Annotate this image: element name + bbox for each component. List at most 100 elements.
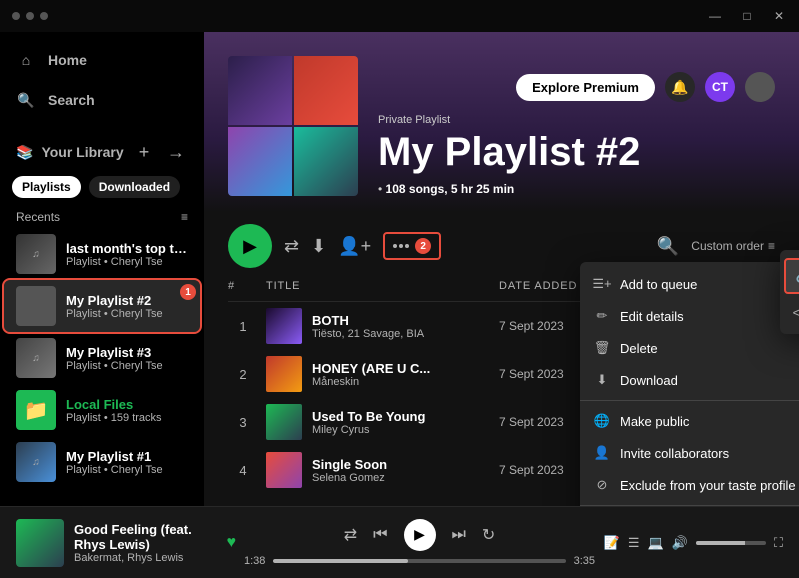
hero-art-cell-2 xyxy=(294,56,358,125)
library-title[interactable]: 📚 Your Library xyxy=(16,144,124,161)
playlist-meta-3: Playlist • Cheryl Tse xyxy=(66,360,188,372)
embed-icon: </> xyxy=(794,304,799,320)
search-tracks-icon[interactable]: 🔍 xyxy=(657,236,679,257)
player-track-name: Good Feeling (feat. Rhys Lewis) xyxy=(74,522,209,552)
menu-label: Add to queue xyxy=(620,277,697,292)
player-controls: ⇄ ⏮ ▶ ⏭ ↻ 1:38 3:35 xyxy=(244,519,595,567)
menu-label: Download xyxy=(620,373,678,388)
sidebar-item-search[interactable]: 🔍 Search xyxy=(0,80,204,120)
notifications-icon[interactable]: 🔔 xyxy=(665,72,695,102)
track-title-cell: BOTH Tiësto, 21 Savage, BIA xyxy=(266,308,491,344)
device-icon[interactable]: 💻 xyxy=(648,535,664,551)
fullscreen-icon[interactable]: ⛶ xyxy=(774,535,783,551)
playlist-type-label: Private Playlist xyxy=(378,114,775,126)
menu-label: Invite collaborators xyxy=(620,446,729,461)
filter-tab-playlists[interactable]: Playlists xyxy=(12,176,81,198)
col-title: Title xyxy=(266,280,491,293)
player-right: 📝 ☰ 💻 🔊 ⛶ xyxy=(603,535,783,551)
playlist-thumb-2 xyxy=(16,286,56,326)
embed-playlist-button[interactable]: </> Embed playlist xyxy=(780,296,799,328)
track-text: HONEY (ARE U C... Måneskin xyxy=(312,361,430,388)
progress-bar[interactable] xyxy=(273,559,565,563)
playlist-meta: Playlist • Cheryl Tse xyxy=(66,256,188,268)
lyrics-icon[interactable]: 📝 xyxy=(604,535,620,551)
track-title-cell: Used To Be Young Miley Cyrus xyxy=(266,404,491,440)
block-icon: ⊘ xyxy=(594,477,610,493)
avatar[interactable]: CT xyxy=(705,72,735,102)
hero-section: Private Playlist My Playlist #2 • 108 so… xyxy=(204,32,799,212)
search-icon: 🔍 xyxy=(16,90,36,110)
playlist-name-local: Local Files xyxy=(66,397,188,412)
track-text: Used To Be Young Miley Cyrus xyxy=(312,409,425,436)
globe-icon: 🌐 xyxy=(594,413,610,429)
track-name: BOTH xyxy=(312,313,424,328)
menu-item-delete[interactable]: 🗑 Delete xyxy=(580,332,799,364)
menu-item-download[interactable]: ⬇ Download xyxy=(580,364,799,396)
playlist-item-my-playlist-2[interactable]: My Playlist #2 Playlist • Cheryl Tse 1 xyxy=(4,280,200,332)
play-button[interactable]: ▶ xyxy=(228,224,272,268)
dot-2 xyxy=(399,244,403,248)
menu-item-make-public[interactable]: 🌐 Make public xyxy=(580,405,799,437)
library-arrow-button[interactable]: → xyxy=(164,140,188,164)
volume-fill xyxy=(696,541,745,545)
player-track: Good Feeling (feat. Rhys Lewis) Bakermat… xyxy=(16,519,236,567)
shuffle-icon[interactable]: ⇄ xyxy=(284,236,299,257)
prev-button[interactable]: ⏮ xyxy=(373,526,387,544)
titlebar-dot-2 xyxy=(26,12,34,20)
playlist-item-last-months[interactable]: ♫ last month's top tracks -... Playlist … xyxy=(4,228,200,280)
sidebar-item-home[interactable]: ⌂ Home xyxy=(0,40,204,80)
custom-order-button[interactable]: Custom order ≡ xyxy=(691,239,775,253)
playlist-title: My Playlist #2 xyxy=(378,130,775,174)
menu-item-edit-details[interactable]: ✏ Edit details xyxy=(580,300,799,332)
volume-icon[interactable]: 🔊 xyxy=(672,535,688,551)
total-time: 3:35 xyxy=(574,555,595,567)
track-title-cell: Single Soon Selena Gomez xyxy=(266,452,491,488)
maximize-button[interactable]: □ xyxy=(739,8,755,24)
playlist-item-my-playlist-3[interactable]: ♫ My Playlist #3 Playlist • Cheryl Tse xyxy=(4,332,200,384)
heart-icon[interactable]: ♥ xyxy=(227,534,237,552)
settings-icon[interactable] xyxy=(745,72,775,102)
track-artist: Måneskin xyxy=(312,376,430,388)
volume-bar[interactable] xyxy=(696,541,766,545)
sidebar: ⌂ Home 🔍 Search 📚 Your Library + → Playl… xyxy=(0,32,204,506)
player: Good Feeling (feat. Rhys Lewis) Bakermat… xyxy=(0,506,799,578)
search-label: Search xyxy=(48,92,95,108)
repeat-button[interactable]: ↻ xyxy=(482,525,495,545)
download-menu-icon: ⬇ xyxy=(594,372,610,388)
explore-premium-button[interactable]: Explore Premium xyxy=(516,74,655,101)
play-pause-button[interactable]: ▶ xyxy=(404,519,436,551)
recents-sort-button[interactable]: ≡ xyxy=(181,210,188,224)
person-icon: 👤 xyxy=(594,445,610,461)
filter-tabs: Playlists Downloaded xyxy=(0,172,204,206)
library-add-button[interactable]: + xyxy=(132,140,156,164)
minimize-button[interactable]: — xyxy=(707,8,723,24)
playlist-meta-1: Playlist • Cheryl Tse xyxy=(66,464,188,476)
playlist-item-local-files[interactable]: 📁 Local Files Playlist • 159 tracks xyxy=(4,384,200,436)
library-header: 📚 Your Library + → xyxy=(0,132,204,172)
menu-item-add-queue[interactable]: ☰+ Add to queue xyxy=(580,268,799,300)
playlist-thumb-1: ♫ xyxy=(16,442,56,482)
filter-tab-downloaded[interactable]: Downloaded xyxy=(89,176,180,198)
download-icon[interactable]: ⬇ xyxy=(311,236,326,257)
home-icon: ⌂ xyxy=(16,50,36,70)
titlebar: — □ ✕ xyxy=(0,0,799,32)
menu-label: Delete xyxy=(620,341,658,356)
playlist-meta: • 108 songs, 5 hr 25 min xyxy=(378,182,775,196)
copy-link-button[interactable]: 🔗 Copy link to playlist 4 xyxy=(784,258,799,294)
menu-label: Make public xyxy=(620,414,689,429)
track-number: 4 xyxy=(228,463,258,478)
menu-item-exclude-taste[interactable]: ⊘ Exclude from your taste profile xyxy=(580,469,799,501)
playlist-info-local: Local Files Playlist • 159 tracks xyxy=(66,397,188,424)
add-playlist-icon[interactable]: 👤+ xyxy=(338,236,371,257)
playlist-item-my-playlist-1[interactable]: ♫ My Playlist #1 Playlist • Cheryl Tse xyxy=(4,436,200,488)
col-num: # xyxy=(228,280,258,293)
menu-item-invite[interactable]: 👤 Invite collaborators xyxy=(580,437,799,469)
playlist-info-3: My Playlist #3 Playlist • Cheryl Tse xyxy=(66,345,188,372)
queue-icon[interactable]: ☰ xyxy=(628,535,640,551)
shuffle-button[interactable]: ⇄ xyxy=(344,525,357,545)
player-artist: Bakermat, Rhys Lewis xyxy=(74,552,209,564)
more-options-button[interactable]: 2 xyxy=(383,232,441,260)
close-button[interactable]: ✕ xyxy=(771,8,787,24)
menu-divider-2 xyxy=(580,505,799,506)
next-button[interactable]: ⏭ xyxy=(452,526,466,544)
